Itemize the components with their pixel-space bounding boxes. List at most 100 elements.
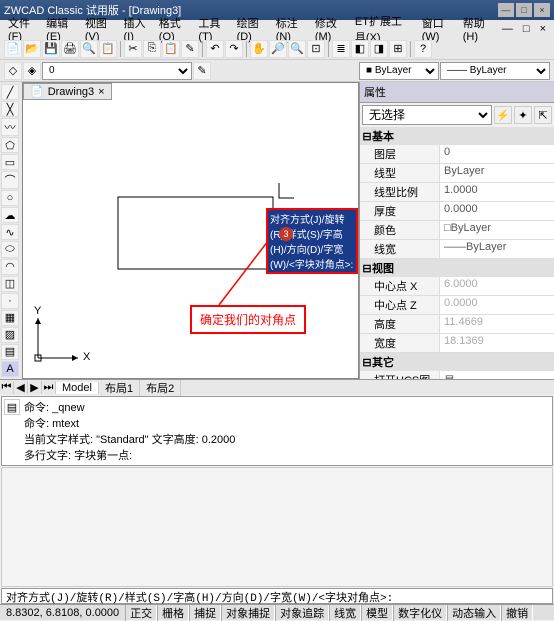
- pickadd-icon[interactable]: ✦: [514, 106, 532, 124]
- layerm-icon[interactable]: ✎: [193, 62, 211, 80]
- drawing-area[interactable]: X Y 对齐方式(J)/旋转(R)/样式(S)/字高(H)/方向(D)/字宽(W…: [23, 83, 358, 378]
- color-select[interactable]: ■ ByLayer: [359, 62, 439, 80]
- props-icon[interactable]: ≣: [332, 40, 350, 58]
- point-icon[interactable]: ·: [1, 293, 19, 309]
- preview-icon[interactable]: 🔍: [80, 40, 98, 58]
- pline-icon[interactable]: 〰: [1, 118, 19, 136]
- print-icon[interactable]: 🖨: [61, 40, 79, 58]
- prop-row: 中心点 Z0.0000: [360, 296, 554, 315]
- paste-icon[interactable]: 📋: [162, 40, 180, 58]
- layer-icon[interactable]: ◇: [4, 62, 22, 80]
- tab-layout1[interactable]: 布局1: [99, 380, 140, 396]
- prop-row: 打开UCS图标是: [360, 371, 554, 379]
- doc-min-icon[interactable]: —: [498, 22, 517, 36]
- status-otrack[interactable]: 对象追踪: [275, 605, 329, 621]
- selection-dropdown[interactable]: 无选择: [362, 105, 492, 125]
- block-icon[interactable]: ◫: [1, 276, 19, 292]
- main-area: ╱ ╳ 〰 ⬠ ▭ ⌒ ○ ☁ ∿ ⬭ ◠ ◫ · ▦ ▨ ▤ A 📄 Draw…: [0, 82, 554, 379]
- xline-icon[interactable]: ╳: [1, 101, 19, 117]
- separator: [202, 41, 203, 57]
- spline-icon[interactable]: ∿: [1, 224, 19, 240]
- redo-icon[interactable]: ↷: [225, 40, 243, 58]
- highlight-prompt: 对齐方式(J)/旋转(R)/样式(S)/字高(H)/方向(D)/字宽(W)/<字…: [266, 208, 358, 274]
- layout-tabs: ⏮ ◀ ▶ ⏭ Model 布局1 布局2: [0, 379, 554, 395]
- properties-title: 属性: [360, 82, 554, 103]
- annotation-box: 确定我们的对角点: [190, 305, 306, 334]
- status-undo[interactable]: 撤销: [501, 605, 533, 621]
- tab-last-icon[interactable]: ⏭: [42, 381, 56, 394]
- status-tablet[interactable]: 数字化仪: [393, 605, 447, 621]
- copy-icon[interactable]: ⎘: [143, 40, 161, 58]
- doc-name: Drawing3: [48, 86, 94, 98]
- line-icon[interactable]: ╱: [1, 84, 19, 100]
- region-icon[interactable]: ▨: [1, 327, 19, 343]
- status-ortho[interactable]: 正交: [125, 605, 157, 621]
- maximize-button[interactable]: □: [516, 3, 532, 17]
- mtext-icon[interactable]: A: [1, 361, 19, 377]
- document-tab[interactable]: 📄 Drawing3 ×: [23, 83, 112, 100]
- layerp-icon[interactable]: ◈: [23, 62, 41, 80]
- undo-icon[interactable]: ↶: [206, 40, 224, 58]
- tab-close-icon[interactable]: ×: [98, 86, 104, 98]
- ellipsearc-icon[interactable]: ◠: [1, 259, 19, 275]
- cut-icon[interactable]: ✂: [124, 40, 142, 58]
- status-osnap[interactable]: 对象捕捉: [221, 605, 275, 621]
- tab-first-icon[interactable]: ⏮: [0, 381, 14, 394]
- rect-icon[interactable]: ▭: [1, 154, 19, 170]
- prop-row: 线型ByLayer: [360, 164, 554, 183]
- new-icon[interactable]: 📄: [4, 40, 22, 58]
- close-button[interactable]: ×: [534, 3, 550, 17]
- zoomw-icon[interactable]: 🔍: [288, 40, 306, 58]
- coordinates[interactable]: 8.8302, 6.8108, 0.0000: [0, 607, 125, 619]
- menu-help[interactable]: 帮助(H): [459, 14, 496, 44]
- cat-other[interactable]: ⊟其它: [360, 353, 554, 371]
- publish-icon[interactable]: 📋: [99, 40, 117, 58]
- layer-select[interactable]: 0: [42, 62, 192, 80]
- tab-layout2[interactable]: 布局2: [140, 380, 181, 396]
- pan-icon[interactable]: ✋: [250, 40, 268, 58]
- status-bar: 8.8302, 6.8108, 0.0000 正交 栅格 捕捉 对象捕捉 对象追…: [0, 604, 554, 620]
- cat-basic[interactable]: ⊟基本: [360, 127, 554, 145]
- separator: [328, 41, 329, 57]
- prop-row: 线宽——ByLayer: [360, 240, 554, 259]
- polygon-icon[interactable]: ⬠: [1, 137, 19, 153]
- circle-icon[interactable]: ○: [1, 190, 19, 206]
- status-model[interactable]: 模型: [361, 605, 393, 621]
- zoom-icon[interactable]: 🔎: [269, 40, 287, 58]
- quickselect-icon[interactable]: ⚡: [494, 106, 512, 124]
- doc-max-icon[interactable]: □: [519, 22, 534, 36]
- status-grid[interactable]: 栅格: [157, 605, 189, 621]
- status-dynin[interactable]: 动态输入: [447, 605, 501, 621]
- open-icon[interactable]: 📂: [23, 40, 41, 58]
- command-input[interactable]: 对齐方式(J)/旋转(R)/样式(S)/字高(H)/方向(D)/字宽(W)/<字…: [1, 588, 553, 604]
- minimize-button[interactable]: —: [498, 3, 514, 17]
- table-icon[interactable]: ▤: [1, 344, 19, 360]
- drawing-canvas[interactable]: 📄 Drawing3 × X: [22, 82, 359, 379]
- command-history[interactable]: ▤ 命令: _qnew 命令: mtext 当前文字样式: "Standard"…: [1, 396, 553, 466]
- tab-next-icon[interactable]: ▶: [28, 381, 42, 394]
- ellipse-icon[interactable]: ⬭: [1, 241, 19, 257]
- separator: [410, 41, 411, 57]
- properties-body[interactable]: ⊟基本 图层0 线型ByLayer 线型比例1.0000 厚度0.0000 颜色…: [360, 127, 554, 379]
- cmd-line: 命令: _qnew: [24, 399, 550, 415]
- match-icon[interactable]: ✎: [181, 40, 199, 58]
- revcloud-icon[interactable]: ☁: [1, 207, 19, 223]
- hatch-icon[interactable]: ▦: [1, 310, 19, 326]
- x-axis-label: X: [83, 351, 90, 363]
- selectobj-icon[interactable]: ⇱: [534, 106, 552, 124]
- cmd-icon[interactable]: ▤: [4, 399, 20, 415]
- zoome-icon[interactable]: ⊡: [307, 40, 325, 58]
- design-icon[interactable]: ◧: [351, 40, 369, 58]
- lineweight-select[interactable]: —— ByLayer: [440, 62, 550, 80]
- calc-icon[interactable]: ⊞: [389, 40, 407, 58]
- save-icon[interactable]: 💾: [42, 40, 60, 58]
- help-icon[interactable]: ?: [414, 40, 432, 58]
- status-lw[interactable]: 线宽: [329, 605, 361, 621]
- tool-icon[interactable]: ◨: [370, 40, 388, 58]
- tab-model[interactable]: Model: [56, 382, 99, 394]
- tab-prev-icon[interactable]: ◀: [14, 381, 28, 394]
- cat-view[interactable]: ⊟视图: [360, 259, 554, 277]
- doc-close-icon[interactable]: ×: [536, 22, 550, 36]
- status-snap[interactable]: 捕捉: [189, 605, 221, 621]
- arc-icon[interactable]: ⌒: [1, 171, 19, 189]
